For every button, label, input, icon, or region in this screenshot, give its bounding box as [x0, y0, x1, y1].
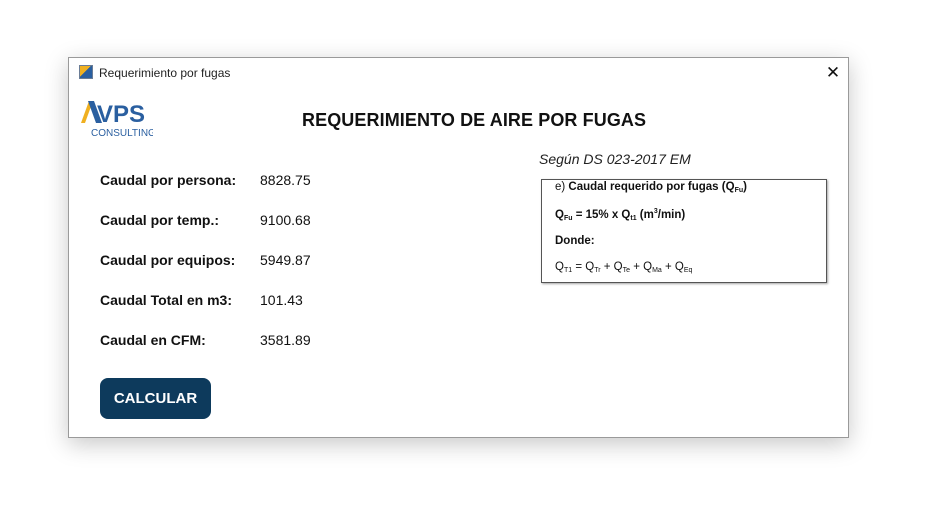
label-caudal-persona: Caudal por persona: — [100, 172, 237, 188]
calculate-button[interactable]: CALCULAR — [100, 378, 211, 419]
row-caudal-cfm: Caudal en CFM: 3581.89 — [100, 330, 430, 350]
close-icon: ✕ — [825, 63, 841, 82]
app-icon — [79, 65, 93, 79]
logo-subtitle: CONSULTING — [91, 128, 153, 139]
row-caudal-persona: Caudal por persona: 8828.75 — [100, 170, 430, 190]
reference-note: Según DS 023-2017 EM — [539, 151, 691, 167]
window-title: Requerimiento por fugas — [99, 66, 231, 80]
logo-brand: VPS — [97, 101, 145, 128]
formula-where: Donde: — [555, 235, 595, 247]
close-button[interactable]: ✕ — [818, 58, 848, 88]
formula-equation: QFu = 15% x Qt1 (m3/min) — [555, 208, 686, 222]
page-title: REQUERIMIENTO DE AIRE POR FUGAS — [302, 110, 647, 130]
row-caudal-equipos: Caudal por equipos: 5949.87 — [100, 250, 430, 270]
row-caudal-total: Caudal Total en m3: 101.43 — [100, 290, 430, 310]
label-caudal-total: Caudal Total en m3: — [100, 292, 232, 308]
label-caudal-temp: Caudal por temp.: — [100, 212, 220, 228]
app-window: Requerimiento por fugas ✕ VPS CONSULTING… — [68, 57, 849, 438]
value-caudal-persona: 8828.75 — [260, 172, 311, 188]
row-caudal-temp: Caudal por temp.: 9100.68 — [100, 210, 430, 230]
value-caudal-cfm: 3581.89 — [260, 332, 311, 348]
formula-definition: QT1 = QTr + QTe + QMa + QEq — [555, 261, 693, 274]
label-caudal-equipos: Caudal por equipos: — [100, 252, 236, 268]
title-bar: Requerimiento por fugas ✕ — [69, 58, 848, 88]
formula-heading: e) Caudal requerido por fugas (QFu) — [555, 181, 747, 194]
vps-consulting-logo: VPS CONSULTING — [81, 101, 153, 139]
formula-image: e) Caudal requerido por fugas (QFu) QFu … — [541, 179, 827, 283]
value-caudal-temp: 9100.68 — [260, 212, 311, 228]
value-caudal-equipos: 5949.87 — [260, 252, 311, 268]
label-caudal-cfm: Caudal en CFM: — [100, 332, 206, 348]
value-caudal-total: 101.43 — [260, 292, 303, 308]
